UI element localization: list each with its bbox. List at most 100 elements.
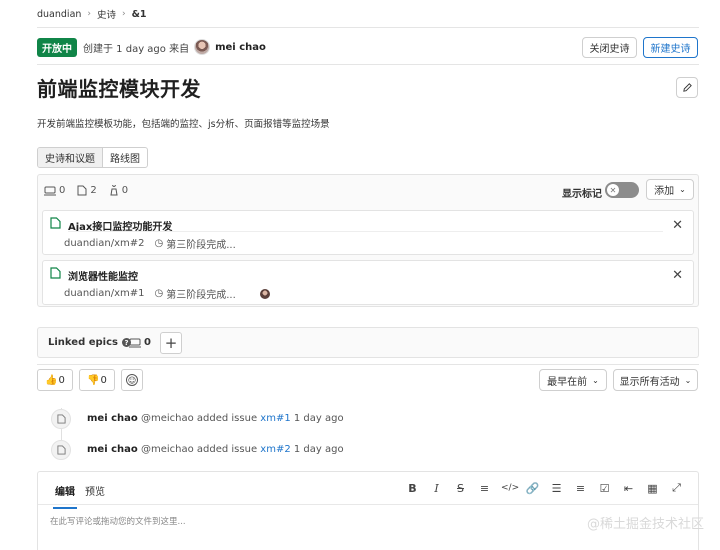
tab-epics-and-issues[interactable]: 史诗和议题 xyxy=(38,148,103,167)
chevron-right-icon: › xyxy=(87,9,92,19)
note-time: 1 day ago xyxy=(293,413,344,424)
timeline-note: mei chao @meichao added issue xm#2 1 day… xyxy=(87,444,344,455)
note-issue-link[interactable]: xm#1 xyxy=(260,413,290,424)
comment-editor: 编辑 预览 B I S ≡ </> 🔗 ☰ ≡ ☑ ⇤ ▦ ⤢ 在此写评论或拖动… xyxy=(37,471,699,550)
collapsible-icon[interactable]: ⇤ xyxy=(621,482,636,495)
bullet-list-icon[interactable]: ☰ xyxy=(549,482,564,495)
created-meta: 创建于 1 day ago 来自 mei chao xyxy=(83,39,266,55)
breadcrumb-group[interactable]: duandian xyxy=(37,9,81,20)
activity-filter-dropdown[interactable]: 显示所有活动 ⌄ xyxy=(613,369,698,391)
related-items-panel: 0 2 0 显示标记 ✕ 添加 ⌄ Ajax接口监控功能开发 duandian/… xyxy=(37,174,699,307)
assignee-avatar[interactable] xyxy=(259,288,270,299)
breadcrumb: duandian › 史诗 › &1 xyxy=(37,7,147,22)
close-epic-button[interactable]: 关闭史诗 xyxy=(582,37,637,58)
linked-epics-title: Linked epics xyxy=(48,337,118,348)
weight-count-value: 0 xyxy=(121,185,129,196)
weight-icon xyxy=(110,185,118,196)
linked-epics-count: 0 xyxy=(129,337,151,348)
tab-roadmap[interactable]: 路线图 xyxy=(103,148,147,167)
issue-icon xyxy=(56,445,66,455)
breadcrumb-epics[interactable]: 史诗 xyxy=(97,7,116,21)
thumbs-up-button[interactable]: 👍 0 xyxy=(37,369,73,391)
editor-tabs: 编辑 预览 B I S ≡ </> 🔗 ☰ ≡ ☑ ⇤ ▦ ⤢ xyxy=(38,472,698,509)
remove-item-close-icon[interactable]: ✕ xyxy=(672,218,683,233)
add-reaction-button[interactable]: ☺ xyxy=(121,369,143,391)
table-icon[interactable]: ▦ xyxy=(645,482,660,495)
timeline-issue-icon xyxy=(51,409,71,429)
thumbs-down-icon: 👎 xyxy=(87,374,100,386)
milestone-text: 第三阶段完成... xyxy=(166,290,236,301)
edit-title-button[interactable] xyxy=(676,77,698,98)
show-labels-toggle[interactable]: ✕ xyxy=(605,182,639,198)
list-item[interactable]: 浏览器性能监控 duandian/xm#1 ◷ 第三阶段完成... ✕ xyxy=(42,260,694,305)
divider xyxy=(37,364,699,365)
bold-icon[interactable]: B xyxy=(405,482,420,495)
add-dropdown-button[interactable]: 添加 ⌄ xyxy=(646,179,694,200)
remove-item-close-icon[interactable]: ✕ xyxy=(672,268,683,283)
link-icon[interactable]: 🔗 xyxy=(525,482,540,495)
note-issue-link[interactable]: xm#2 xyxy=(260,444,290,455)
watermark: @稀土掘金技术社区 xyxy=(586,517,704,532)
numbered-list-icon[interactable]: ≡ xyxy=(573,482,588,495)
note-author[interactable]: mei chao xyxy=(87,413,138,424)
thumbs-down-button[interactable]: 👎 0 xyxy=(79,369,115,391)
divider xyxy=(37,64,699,65)
linked-epics-label: Linked epics ? xyxy=(48,337,131,348)
epic-icon xyxy=(129,338,141,347)
linked-epics-count-value: 0 xyxy=(144,337,151,348)
note-time: 1 day ago xyxy=(293,444,344,455)
issue-meta: duandian/xm#2 ◷ 第三阶段完成... xyxy=(64,236,236,251)
issue-title[interactable]: 浏览器性能监控 xyxy=(68,268,138,283)
show-labels-label: 显示标记 xyxy=(562,189,602,200)
avatar[interactable] xyxy=(194,39,211,55)
note-author[interactable]: mei chao xyxy=(87,444,138,455)
linked-epics: Linked epics ? 0 + xyxy=(37,327,699,358)
issue-icon xyxy=(77,185,87,196)
issue-icon xyxy=(50,267,61,279)
note-text: @meichao added issue xyxy=(140,444,258,455)
epic-count-value: 0 xyxy=(59,185,66,196)
issue-count-value: 2 xyxy=(90,185,97,196)
sort-order-dropdown[interactable]: 最早在前 ⌄ xyxy=(539,369,607,391)
sort-order-label: 最早在前 xyxy=(547,376,588,388)
pencil-icon xyxy=(682,83,692,92)
divider xyxy=(37,27,699,28)
issue-icon xyxy=(56,414,66,424)
epic-icon xyxy=(44,186,56,195)
add-linked-epic-button[interactable]: + xyxy=(160,332,182,354)
chevron-down-icon: ⌄ xyxy=(592,375,599,385)
divider xyxy=(68,231,663,232)
clock-icon: ◷ xyxy=(154,288,164,299)
thumbs-up-count: 0 xyxy=(58,374,65,386)
thumbs-down-count: 0 xyxy=(100,374,107,386)
tab-preview[interactable]: 预览 xyxy=(85,483,105,498)
weight-count: 0 xyxy=(109,185,128,196)
smiley-icon: ☺ xyxy=(126,374,138,386)
status-badge: 开放中 xyxy=(37,38,77,57)
issue-icon xyxy=(50,217,61,229)
timeline-issue-icon xyxy=(51,440,71,460)
italic-icon[interactable]: I xyxy=(429,482,444,495)
strikethrough-icon[interactable]: S xyxy=(453,482,468,495)
list-item[interactable]: Ajax接口监控功能开发 duandian/xm#2 ◷ 第三阶段完成... ✕ xyxy=(42,210,694,255)
related-counts: 0 2 0 xyxy=(44,185,128,196)
quote-icon[interactable]: ≡ xyxy=(477,482,492,495)
code-icon[interactable]: </> xyxy=(501,483,519,493)
chevron-down-icon: ⌄ xyxy=(679,185,686,194)
issue-count: 2 xyxy=(77,185,97,196)
clock-icon: ◷ xyxy=(154,238,164,249)
tab-write[interactable]: 编辑 xyxy=(53,483,77,509)
milestone-text: 第三阶段完成... xyxy=(166,240,236,251)
new-epic-button[interactable]: 新建史诗 xyxy=(643,37,698,58)
page-title: 前端监控模块开发 xyxy=(37,77,201,101)
author-name[interactable]: mei chao xyxy=(215,42,266,53)
comment-placeholder[interactable]: 在此写评论或拖动您的文件到这里... xyxy=(50,515,186,527)
issue-meta: duandian/xm#1 ◷ 第三阶段完成... xyxy=(64,286,270,301)
breadcrumb-current[interactable]: &1 xyxy=(132,9,147,20)
task-list-icon[interactable]: ☑ xyxy=(597,482,612,495)
created-text: 创建于 1 day ago 来自 xyxy=(83,43,190,55)
milestone: ◷ 第三阶段完成... xyxy=(155,236,236,251)
fullscreen-icon[interactable]: ⤢ xyxy=(669,481,684,495)
issue-ref: duandian/xm#1 xyxy=(64,288,145,299)
issue-ref: duandian/xm#2 xyxy=(64,238,145,249)
